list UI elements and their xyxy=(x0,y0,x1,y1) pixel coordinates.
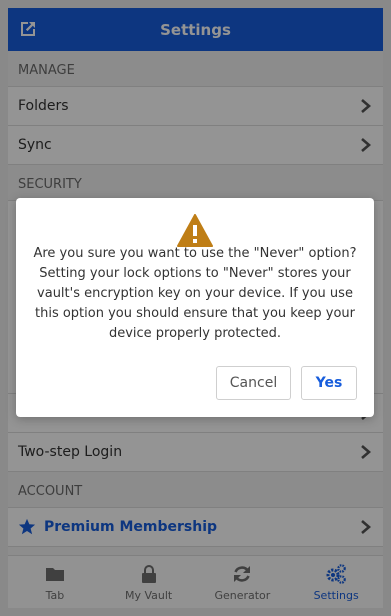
warning-icon xyxy=(177,214,213,247)
yes-button[interactable]: Yes xyxy=(301,366,357,400)
cancel-button[interactable]: Cancel xyxy=(216,366,291,400)
confirm-dialog: Are you sure you want to use the "Never"… xyxy=(16,198,374,417)
dialog-message: Are you sure you want to use the "Never"… xyxy=(33,246,357,341)
